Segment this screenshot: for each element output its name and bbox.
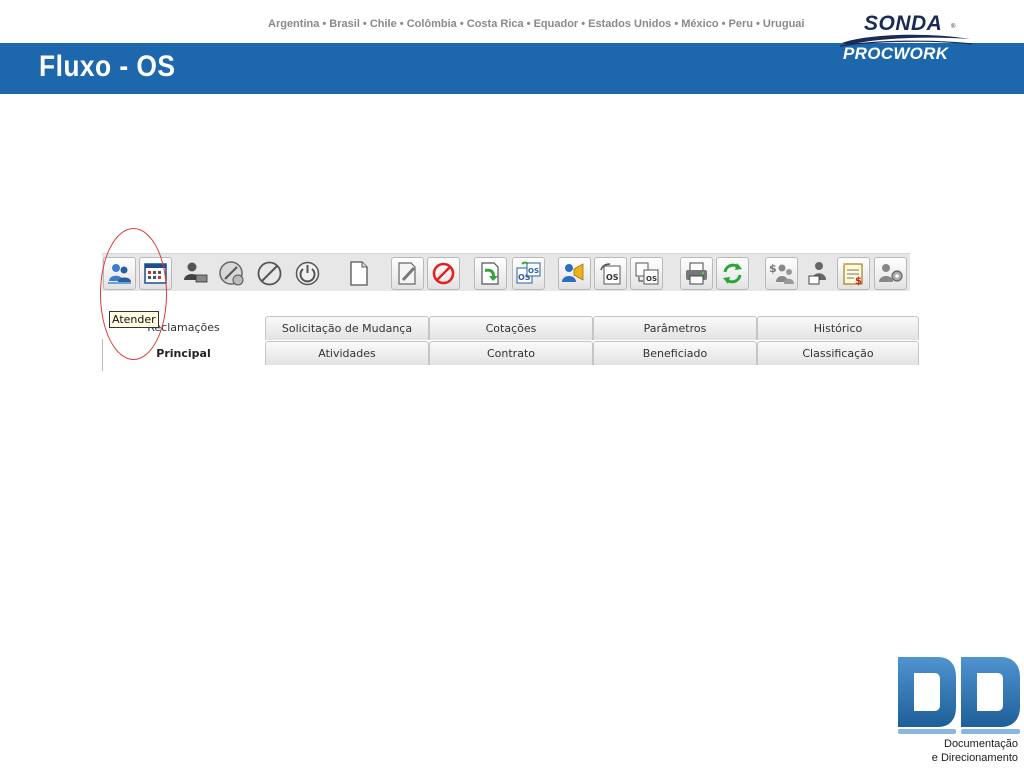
next-document-button[interactable] (474, 257, 507, 290)
users-cost-icon: $ (769, 262, 794, 284)
svg-text:$: $ (855, 276, 862, 287)
tab-solicitacao-mudanca[interactable]: Solicitação de Mudança (265, 316, 429, 340)
tab-beneficiado[interactable]: Beneficiado (593, 341, 757, 365)
highlight-ellipse (100, 228, 167, 360)
users-settings-icon (879, 264, 903, 282)
countries-list: Argentina • Brasil • Chile • Colômbia • … (268, 18, 805, 30)
edit-document-button[interactable] (391, 257, 424, 290)
refresh-button[interactable] (716, 257, 749, 290)
os-return-icon: OS (600, 263, 621, 285)
user-lock-icon (808, 262, 826, 285)
tab-contrato[interactable]: Contrato (429, 341, 593, 365)
os-return-button[interactable]: OS (594, 257, 627, 290)
dd-caption-line2: e Direcionamento (931, 752, 1018, 764)
os-copy-button[interactable]: OS OS (512, 257, 545, 290)
tabs-row-1: Reclamações Solicitação de Mudança Cotaç… (102, 316, 919, 340)
logo-procwork-text: PROCWORK (843, 44, 949, 63)
new-document-icon (350, 261, 368, 286)
dd-logo-icon (898, 657, 1020, 734)
page-title: Fluxo - OS (39, 50, 176, 83)
forbid-button[interactable] (427, 257, 460, 290)
tab-panel-left-border (102, 339, 103, 371)
svg-text:OS: OS (528, 267, 539, 275)
sonda-procwork-logo: SONDA ® PROCWORK (836, 8, 986, 64)
tab-cotacoes[interactable]: Cotações (429, 316, 593, 340)
os-split-button[interactable]: OS (630, 257, 663, 290)
edit-document-icon (398, 262, 416, 285)
printer-icon (686, 262, 707, 285)
dd-caption-line1: Documentação (944, 738, 1018, 750)
user-transfer-icon (184, 262, 208, 283)
slide: Argentina • Brasil • Chile • Colômbia • … (0, 0, 1024, 768)
tab-parametros[interactable]: Parâmetros (593, 316, 757, 340)
os-split-icon: OS (635, 262, 659, 285)
price-list-icon: $ (843, 262, 863, 287)
price-list-button[interactable]: $ (837, 257, 870, 290)
power-icon (295, 261, 320, 286)
transfer-user-button[interactable] (179, 257, 212, 290)
svg-text:$: $ (769, 262, 777, 275)
pause-circle-icon (219, 261, 244, 286)
document-next-icon (481, 262, 499, 285)
user-announce-icon (562, 263, 584, 282)
refresh-icon (723, 263, 742, 284)
users-cost-button[interactable]: $ (765, 257, 798, 290)
forbidden-icon (432, 262, 455, 285)
tab-historico[interactable]: Histórico (757, 316, 919, 340)
app-screenshot: OS OS OS OS $ $ Reclamações Solicitação … (102, 253, 919, 371)
users-settings-button[interactable] (874, 257, 907, 290)
announce-button[interactable] (558, 257, 591, 290)
svg-text:OS: OS (646, 275, 657, 283)
cancel-button[interactable] (253, 257, 286, 290)
pause-button[interactable] (215, 257, 248, 290)
user-lock-button[interactable] (802, 257, 835, 290)
cancel-circle-icon (257, 261, 282, 286)
os-copy-icon: OS OS (516, 261, 541, 284)
print-button[interactable] (680, 257, 713, 290)
dd-caption: Documentação e Direcionamento (932, 737, 1018, 765)
power-button[interactable] (291, 257, 324, 290)
svg-text:OS: OS (606, 273, 619, 282)
tab-classificacao[interactable]: Classificação (757, 341, 919, 365)
tabs-row-2: Principal Atividades Contrato Beneficiad… (102, 341, 919, 365)
tab-atividades[interactable]: Atividades (265, 341, 429, 365)
toolbar: OS OS OS OS $ $ (102, 253, 910, 291)
new-document-button[interactable] (342, 257, 375, 290)
